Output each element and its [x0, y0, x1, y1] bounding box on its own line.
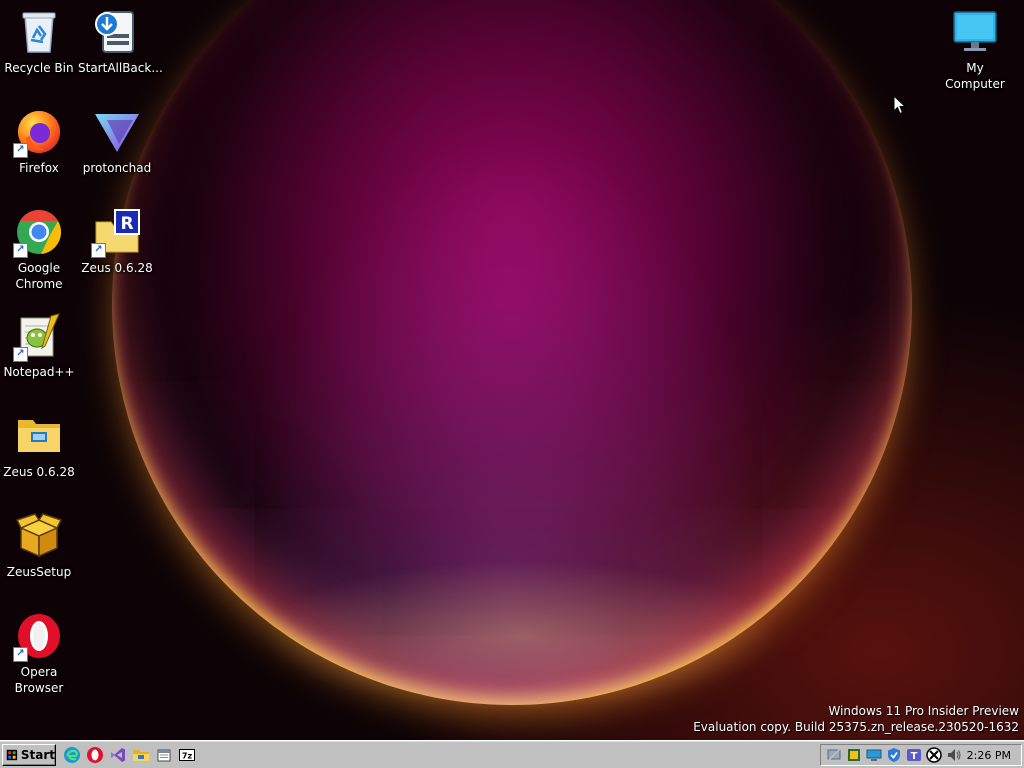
svg-text:7z: 7z — [182, 752, 193, 761]
svg-text:T: T — [910, 751, 917, 762]
tray-display[interactable] — [865, 747, 882, 764]
quick-launch-bar: 7z — [62, 745, 197, 765]
tray-teams[interactable]: T — [905, 747, 922, 764]
evaluation-watermark: Windows 11 Pro Insider Preview Evaluatio… — [693, 703, 1019, 735]
system-tray: T 2:26 PM — [820, 744, 1022, 766]
shortcut-arrow-icon: ↗ — [91, 243, 106, 258]
desktop-icon-label: Firefox — [19, 161, 59, 175]
shortcut-arrow-icon: ↗ — [13, 143, 28, 158]
desktop-icon-label: Zeus 0.6.28 — [3, 465, 75, 479]
tray-volume[interactable] — [945, 747, 962, 764]
opera-icon — [87, 747, 103, 763]
monitor-icon — [953, 11, 997, 51]
watermark-line-1: Windows 11 Pro Insider Preview — [828, 704, 1019, 718]
app-tray-icon — [847, 749, 860, 761]
tray-app[interactable] — [845, 747, 862, 764]
shortcut-arrow-icon: ↗ — [13, 243, 28, 258]
desktop-icon-zeus-shortcut[interactable]: R ↗ Zeus 0.6.28 — [78, 208, 156, 276]
file-explorer-icon — [133, 750, 149, 761]
windows-logo-icon — [6, 749, 18, 761]
volume-icon — [947, 749, 960, 761]
desktop-icon-label: Zeus 0.6.28 — [81, 261, 153, 275]
desktop-icon-label: Opera Browser — [14, 665, 64, 695]
quick-launch-7zip[interactable]: 7z — [177, 745, 197, 765]
edge-icon — [64, 747, 80, 763]
proton-icon — [95, 114, 139, 152]
desktop-icon-label: Recycle Bin — [4, 61, 74, 75]
desktop-icon-firefox[interactable]: ↗ Firefox — [0, 108, 78, 176]
network-icon — [826, 748, 841, 762]
tray-xbox[interactable] — [925, 747, 942, 764]
wallpaper-glow-bottom — [260, 560, 780, 710]
quick-launch-file-explorer[interactable] — [131, 745, 151, 765]
mouse-cursor-icon — [893, 95, 907, 115]
svg-text:R: R — [120, 214, 133, 234]
display-icon — [866, 749, 881, 761]
quick-launch-edge[interactable] — [62, 745, 82, 765]
start-label: Start — [20, 748, 55, 762]
folder-icon — [18, 420, 60, 452]
desktop-icon-label: protonchad — [82, 161, 152, 175]
watermark-line-2: Evaluation copy. Build 25375.zn_release.… — [693, 720, 1019, 734]
xbox-icon — [925, 747, 942, 763]
installer-icon — [95, 11, 134, 53]
7zip-icon: 7z — [179, 749, 195, 761]
desktop-icon-label: My Computer — [945, 61, 1005, 91]
tray-security[interactable] — [885, 747, 902, 764]
quick-launch-calendar[interactable] — [154, 745, 174, 765]
desktop-icon-label: Google Chrome — [15, 261, 63, 291]
start-button[interactable]: Start — [2, 744, 56, 766]
desktop-icon-my-computer[interactable]: My Computer — [936, 8, 1014, 92]
taskbar: Start 7z T 2:26 PM — [0, 740, 1024, 768]
desktop-icon-recycle-bin[interactable]: Recycle Bin — [0, 8, 78, 76]
desktop-icon-notepadpp[interactable]: ↗ Notepad++ — [0, 312, 78, 380]
recycle-bin-icon — [22, 12, 56, 53]
calendar-icon — [157, 749, 171, 762]
teams-icon: T — [906, 749, 921, 762]
desktop-icon-label: ZeusSetup — [6, 565, 72, 579]
setup-box-icon — [15, 513, 63, 558]
security-icon — [887, 748, 900, 762]
tray-network[interactable] — [825, 747, 842, 764]
quick-launch-opera[interactable] — [85, 745, 105, 765]
desktop: Recycle Bin StartAllBack... My Computer — [0, 0, 1024, 740]
taskbar-clock[interactable]: 2:26 PM — [967, 749, 1011, 762]
desktop-icon-zeus-folder[interactable]: Zeus 0.6.28 — [0, 412, 78, 480]
desktop-icon-opera[interactable]: ↗ Opera Browser — [0, 612, 78, 696]
desktop-icon-startallback[interactable]: StartAllBack... — [78, 8, 163, 76]
visual-studio-icon — [111, 748, 125, 762]
desktop-icon-google-chrome[interactable]: ↗ Google Chrome — [0, 208, 78, 292]
desktop-icon-label: StartAllBack... — [78, 61, 163, 75]
quick-launch-visual-studio[interactable] — [108, 745, 128, 765]
shortcut-arrow-icon: ↗ — [13, 347, 28, 362]
desktop-icon-protonchad[interactable]: protonchad — [78, 108, 156, 176]
shortcut-arrow-icon: ↗ — [13, 647, 28, 662]
desktop-icon-label: Notepad++ — [3, 365, 75, 379]
desktop-icon-zeussetup[interactable]: ZeusSetup — [0, 512, 78, 580]
